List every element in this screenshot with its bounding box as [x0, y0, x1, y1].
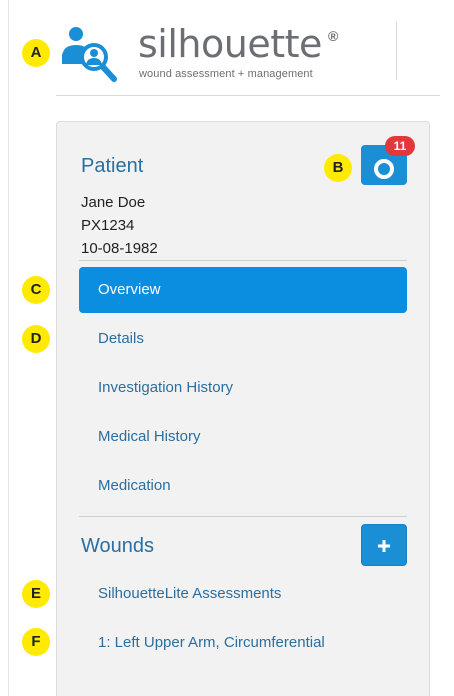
wound-item-left-upper-arm[interactable]: 1: Left Upper Arm, Circumferential	[79, 620, 407, 666]
patient-id: PX1234	[81, 217, 135, 234]
nav-item-overview[interactable]: Overview	[79, 267, 407, 313]
marker-b: B	[324, 154, 352, 182]
marker-e: E	[22, 580, 50, 608]
person-magnifier-icon	[56, 24, 118, 84]
patient-divider	[79, 260, 407, 261]
header-horizontal-divider	[56, 95, 440, 96]
left-frame-border	[8, 0, 9, 696]
patient-section-title: Patient	[81, 155, 144, 177]
nav-item-medication[interactable]: Medication	[79, 463, 407, 509]
patient-panel: Patient 11 Jane Doe PX1234 10-08-1982 Ov…	[56, 121, 430, 696]
camera-count-badge: 11	[385, 136, 415, 156]
registered-mark: ®	[328, 28, 339, 44]
brand-logo: silhouette ® wound assessment + manageme…	[138, 22, 353, 84]
marker-f: F	[22, 628, 50, 656]
plus-icon	[378, 540, 390, 552]
wounds-divider	[79, 516, 407, 517]
marker-a: A	[22, 39, 50, 67]
marker-c: C	[22, 276, 50, 304]
marker-d: D	[22, 325, 50, 353]
nav-item-medical-history[interactable]: Medical History	[79, 414, 407, 460]
brand-name: silhouette	[138, 22, 322, 66]
wound-item-silhouettelite-assessments[interactable]: SilhouetteLite Assessments	[79, 571, 407, 617]
wounds-section-title: Wounds	[81, 535, 155, 557]
patient-name: Jane Doe	[81, 194, 146, 211]
nav-item-details[interactable]: Details	[79, 316, 407, 362]
add-wound-button[interactable]	[361, 524, 407, 566]
app-header: silhouette ® wound assessment + manageme…	[0, 0, 454, 96]
brand-tagline: wound assessment + management	[139, 68, 313, 80]
patient-dob: 10-08-1982	[81, 240, 158, 257]
header-vertical-divider	[396, 22, 397, 80]
nav-item-investigation-history[interactable]: Investigation History	[79, 365, 407, 411]
